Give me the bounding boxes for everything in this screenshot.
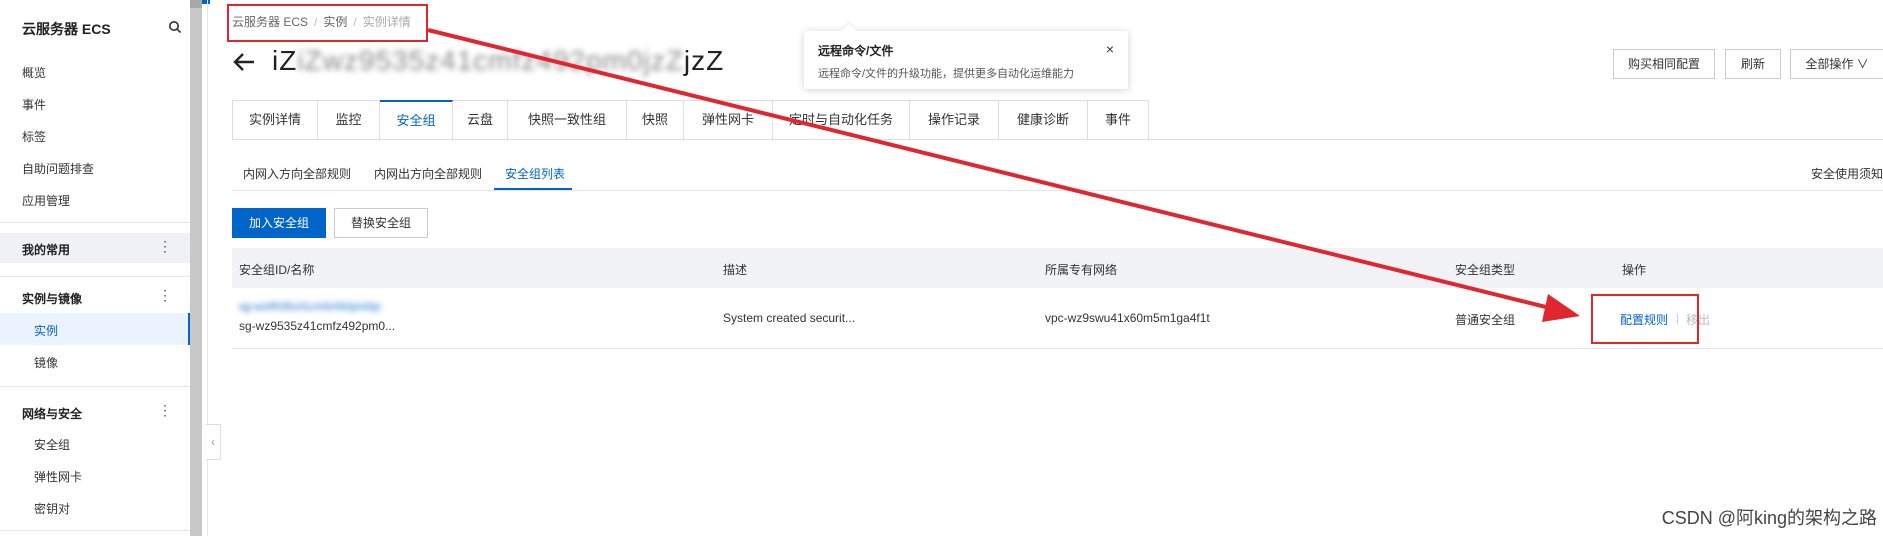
close-icon[interactable]: ×	[1106, 41, 1114, 57]
tab-monitoring[interactable]: 监控	[318, 100, 380, 140]
security-group-type: 普通安全组	[1455, 313, 1516, 327]
search-icon[interactable]	[168, 20, 182, 34]
column-header-type: 安全组类型	[1455, 263, 1516, 277]
sidebar: 云服务器 ECS 概览 事件 标签 自助问题排查 应用管理 我的常用 ⋮ 实例与…	[0, 0, 190, 536]
sidebar-item-keypairs[interactable]: 密钥对	[34, 500, 70, 517]
security-group-name-link[interactable]: sg-wz9535z41cmfz492pm0jz	[239, 301, 381, 313]
sidebar-group-network-security[interactable]: 网络与安全 ⋮	[0, 397, 190, 427]
tab-operation-log[interactable]: 操作记录	[910, 100, 999, 140]
tab-cloud-disk[interactable]: 云盘	[453, 100, 508, 140]
column-header-operations: 操作	[1622, 263, 1647, 277]
tab-health-diagnosis[interactable]: 健康诊断	[999, 100, 1088, 140]
page-title: iZiZwz9535z41cmfz492pm0jzZjzZ	[272, 45, 724, 77]
subtab-inbound-rules[interactable]: 内网入方向全部规则	[243, 165, 351, 182]
instance-title-end: jzZ	[683, 45, 725, 76]
sidebar-item-instances-active[interactable]	[0, 313, 190, 345]
feature-tooltip: 远程命令/文件 远程命令/文件的升级功能，提供更多自动化运维能力 ×	[804, 22, 1128, 89]
sidebar-item-security-groups[interactable]: 安全组	[34, 436, 70, 453]
sidebar-group-label: 网络与安全	[22, 407, 83, 421]
annotation-box-configure-rules	[1591, 294, 1699, 344]
sidebar-item-troubleshoot[interactable]: 自助问题排查	[22, 160, 94, 177]
sidebar-divider	[0, 276, 190, 277]
sidebar-divider	[0, 386, 190, 387]
tab-scheduled-tasks[interactable]: 定时与自动化任务	[773, 100, 910, 140]
tooltip-title: 远程命令/文件	[818, 44, 894, 58]
watermark: CSDN @阿king的架构之路	[1661, 508, 1877, 528]
subtab-outbound-rules[interactable]: 内网出方向全部规则	[374, 165, 482, 182]
add-security-group-button[interactable]: 加入安全组	[232, 208, 326, 238]
all-operations-button[interactable]: 全部操作 ∨	[1790, 49, 1883, 79]
tab-snapshot-consistency-group[interactable]: 快照一致性组	[508, 100, 627, 140]
sidebar-scrollbar[interactable]	[190, 0, 202, 536]
buy-same-config-button[interactable]: 购买相同配置	[1613, 49, 1715, 79]
column-header-vpc: 所属专有网络	[1045, 263, 1118, 277]
security-notice-link[interactable]: 安全使用须知	[1811, 165, 1883, 182]
sidebar-title: 云服务器 ECS	[22, 21, 111, 37]
security-group-id: sg-wz9535z41cmfz492pm0...	[239, 319, 396, 333]
tooltip-body: 远程命令/文件的升级功能，提供更多自动化运维能力	[818, 68, 1075, 80]
annotation-box-breadcrumb	[227, 4, 428, 42]
sidebar-item-instances[interactable]: 实例	[34, 322, 58, 339]
column-header-id-name: 安全组ID/名称	[239, 263, 315, 277]
more-icon[interactable]: ⋮	[158, 238, 172, 255]
tooltip-arrow	[841, 22, 857, 38]
tabs-baseline	[232, 139, 1883, 140]
instance-title-redacted: iZwz9535z41cmfz492pm0jzZ	[297, 45, 684, 76]
more-icon[interactable]: ⋮	[158, 402, 172, 419]
security-group-description: System created securit...	[723, 311, 856, 325]
sidebar-item-events[interactable]: 事件	[22, 96, 46, 113]
sidebar-group-label: 实例与镜像	[22, 292, 83, 306]
sidebar-item-tags[interactable]: 标签	[22, 128, 46, 145]
sidebar-divider	[0, 530, 190, 531]
sidebar-item-overview[interactable]: 概览	[22, 64, 46, 81]
instance-title-start: iZ	[272, 45, 298, 76]
subtab-security-group-list[interactable]: 安全组列表	[505, 165, 565, 182]
sidebar-divider	[0, 222, 190, 223]
tab-security-group[interactable]: 安全组	[380, 100, 453, 140]
column-header-description: 描述	[723, 263, 748, 277]
sidebar-item-eni[interactable]: 弹性网卡	[34, 468, 82, 485]
subtabs-baseline	[232, 190, 1883, 191]
sidebar-item-app-management[interactable]: 应用管理	[22, 192, 70, 209]
sidebar-group-instances-images[interactable]: 实例与镜像 ⋮	[0, 282, 190, 312]
sidebar-collapse-button[interactable]: ‹	[206, 424, 221, 460]
vpc-id: vpc-wz9swu41x60m5m1ga4f1t	[1045, 311, 1210, 325]
sidebar-item-images[interactable]: 镜像	[34, 354, 58, 371]
tab-snapshot[interactable]: 快照	[627, 100, 684, 140]
scrollbar-thumb[interactable]	[190, 0, 202, 8]
table-header: 安全组ID/名称 描述 所属专有网络 安全组类型 操作	[232, 248, 1883, 288]
replace-security-group-button[interactable]: 替换安全组	[334, 208, 428, 238]
sidebar-group-favorites[interactable]: 我的常用 ⋮	[0, 233, 190, 263]
back-arrow-icon[interactable]	[232, 50, 256, 74]
sidebar-group-label: 我的常用	[22, 243, 71, 257]
refresh-button[interactable]: 刷新	[1725, 49, 1781, 79]
tab-instance-details[interactable]: 实例详情	[232, 100, 318, 140]
tab-events[interactable]: 事件	[1088, 100, 1149, 140]
more-icon[interactable]: ⋮	[158, 287, 172, 304]
tab-eni[interactable]: 弹性网卡	[684, 100, 773, 140]
